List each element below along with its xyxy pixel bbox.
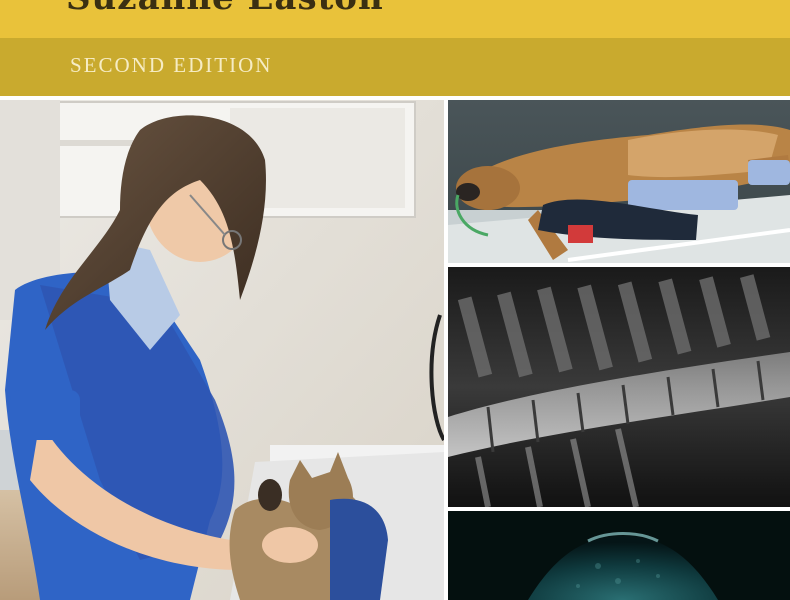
anesthetized-dog-photo bbox=[448, 100, 790, 263]
title-band: Suzanne Easton bbox=[0, 0, 790, 38]
edition-band: SECOND EDITION bbox=[0, 38, 790, 96]
vet-with-cat-photo bbox=[0, 100, 444, 600]
ultrasound-scan-photo bbox=[448, 511, 790, 600]
edition-label: SECOND EDITION bbox=[70, 53, 273, 77]
spine-xray-photo bbox=[448, 267, 790, 507]
author-name: Suzanne Easton bbox=[66, 0, 384, 18]
